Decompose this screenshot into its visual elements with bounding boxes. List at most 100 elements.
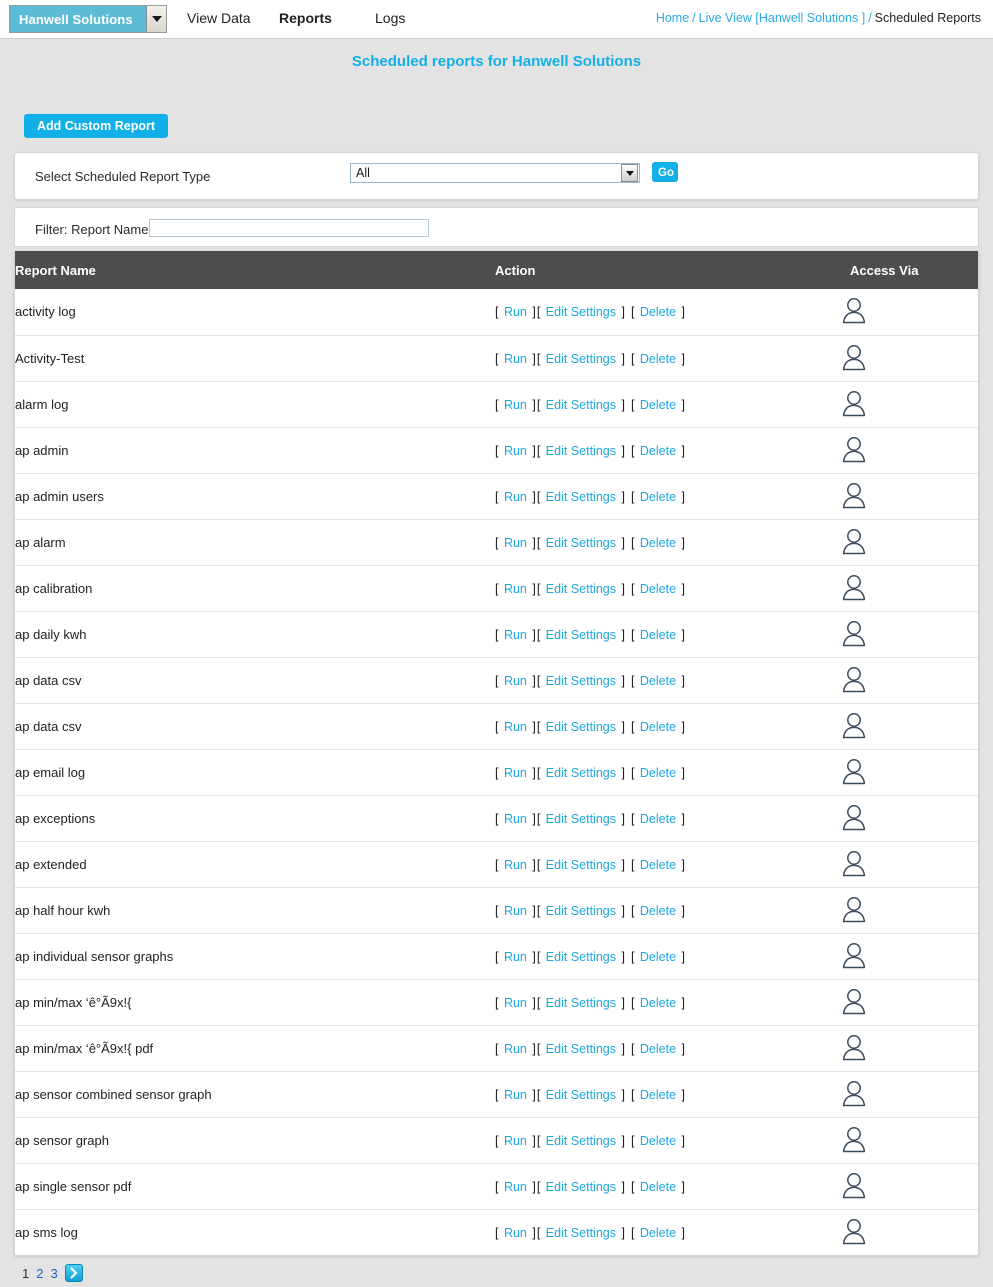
run-link[interactable]: Run — [502, 398, 529, 412]
action-links: [ Run ][ Edit Settings ] [ Delete ] — [495, 535, 685, 550]
delete-action: [ Delete ] — [630, 1133, 685, 1148]
pagination-page-3[interactable]: 3 — [50, 1266, 57, 1281]
run-link[interactable]: Run — [502, 858, 529, 872]
delete-link[interactable]: Delete — [638, 582, 678, 596]
edit-settings-link[interactable]: Edit Settings — [544, 536, 618, 550]
breadcrumb-item-home[interactable]: Home — [656, 11, 689, 25]
delete-link[interactable]: Delete — [638, 490, 678, 504]
edit-settings-link[interactable]: Edit Settings — [544, 904, 618, 918]
report-type-select[interactable]: All — [350, 163, 640, 183]
edit-settings-link[interactable]: Edit Settings — [544, 720, 618, 734]
edit-settings-link[interactable]: Edit Settings — [544, 858, 618, 872]
delete-action: [ Delete ] — [630, 535, 685, 550]
edit-settings-link[interactable]: Edit Settings — [544, 1226, 618, 1240]
chevron-right-icon[interactable] — [64, 1264, 83, 1282]
user-icon — [839, 1216, 869, 1246]
nav-item-view-data[interactable]: View Data — [187, 10, 251, 26]
run-link[interactable]: Run — [502, 674, 529, 688]
run-link[interactable]: Run — [502, 490, 529, 504]
run-link[interactable]: Run — [502, 305, 529, 319]
table-header: Report Name Action Access Via — [15, 251, 978, 289]
filter-report-name-input[interactable] — [149, 219, 429, 237]
edit-settings-link[interactable]: Edit Settings — [544, 766, 618, 780]
edit-settings-link[interactable]: Edit Settings — [544, 1042, 618, 1056]
run-link[interactable]: Run — [502, 352, 529, 366]
delete-link[interactable]: Delete — [638, 1042, 678, 1056]
run-link[interactable]: Run — [502, 766, 529, 780]
edit-settings-link[interactable]: Edit Settings — [544, 352, 618, 366]
pagination-page-2[interactable]: 2 — [36, 1266, 43, 1281]
delete-link[interactable]: Delete — [638, 766, 678, 780]
table-row: ap data csv[ Run ][ Edit Settings ] [ Del… — [15, 703, 978, 750]
delete-link[interactable]: Delete — [638, 1180, 678, 1194]
edit-settings-link[interactable]: Edit Settings — [544, 950, 618, 964]
edit-settings-action: [ Edit Settings ] — [536, 489, 625, 504]
go-button[interactable]: Go — [652, 162, 678, 182]
delete-link[interactable]: Delete — [638, 398, 678, 412]
access-via-cell — [825, 657, 978, 704]
chevron-down-icon[interactable] — [146, 6, 166, 32]
access-via-cell — [825, 1163, 978, 1210]
run-link[interactable]: Run — [502, 1226, 529, 1240]
run-link[interactable]: Run — [502, 950, 529, 964]
delete-link[interactable]: Delete — [638, 305, 678, 319]
delete-link[interactable]: Delete — [638, 720, 678, 734]
delete-link[interactable]: Delete — [638, 674, 678, 688]
delete-link[interactable]: Delete — [638, 352, 678, 366]
run-link[interactable]: Run — [502, 1134, 529, 1148]
run-link[interactable]: Run — [502, 720, 529, 734]
edit-settings-link[interactable]: Edit Settings — [544, 1088, 618, 1102]
table-row: ap calibration[ Run ][ Edit Settings ][ … — [15, 565, 978, 612]
report-name-cell: ap single sensor pdf — [15, 1163, 495, 1210]
chevron-down-icon[interactable] — [621, 164, 638, 182]
nav-item-reports[interactable]: Reports — [279, 10, 332, 26]
delete-link[interactable]: Delete — [638, 1134, 678, 1148]
edit-settings-link[interactable]: Edit Settings — [544, 490, 618, 504]
table-row: ap admin users[ Run ][ Edit Settings ][ … — [15, 473, 978, 520]
run-link[interactable]: Run — [502, 812, 529, 826]
run-link[interactable]: Run — [502, 628, 529, 642]
run-link[interactable]: Run — [502, 1180, 529, 1194]
run-link[interactable]: Run — [502, 444, 529, 458]
organisation-selector[interactable]: Hanwell Solutions — [9, 5, 167, 33]
run-link[interactable]: Run — [502, 582, 529, 596]
delete-link[interactable]: Delete — [638, 904, 678, 918]
add-custom-report-button[interactable]: Add Custom Report — [24, 114, 169, 138]
edit-settings-link[interactable]: Edit Settings — [544, 582, 618, 596]
delete-link[interactable]: Delete — [638, 858, 678, 872]
table-row: ap individual sensor graphs[ Run ][ Edit… — [15, 933, 978, 980]
filter-panel: Filter: Report Name — [14, 207, 979, 247]
run-link[interactable]: Run — [502, 904, 529, 918]
delete-link[interactable]: Delete — [638, 536, 678, 550]
delete-link[interactable]: Delete — [638, 996, 678, 1010]
run-link[interactable]: Run — [502, 996, 529, 1010]
delete-link[interactable]: Delete — [638, 1226, 678, 1240]
run-link[interactable]: Run — [502, 1088, 529, 1102]
table-body: activity log[ Run ][ Edit Settings ][ De… — [15, 289, 978, 1255]
edit-settings-link[interactable]: Edit Settings — [544, 398, 618, 412]
edit-settings-link[interactable]: Edit Settings — [544, 674, 618, 688]
report-name-cell: ap admin — [15, 427, 495, 474]
edit-settings-link[interactable]: Edit Settings — [544, 812, 618, 826]
edit-settings-link[interactable]: Edit Settings — [544, 996, 618, 1010]
nav-item-logs[interactable]: Logs — [375, 10, 405, 26]
delete-link[interactable]: Delete — [638, 1088, 678, 1102]
edit-settings-link[interactable]: Edit Settings — [544, 628, 618, 642]
edit-settings-action: [ Edit Settings ] — [536, 765, 625, 780]
edit-settings-link[interactable]: Edit Settings — [544, 1180, 618, 1194]
run-link[interactable]: Run — [502, 536, 529, 550]
breadcrumb-item-live-view[interactable]: Live View [Hanwell Solutions ] — [699, 11, 866, 25]
edit-settings-action: [ Edit Settings ] — [536, 1133, 625, 1148]
report-name-cell: ap sensor combined sensor graph — [15, 1071, 495, 1118]
delete-link[interactable]: Delete — [638, 628, 678, 642]
edit-settings-link[interactable]: Edit Settings — [544, 1134, 618, 1148]
delete-link[interactable]: Delete — [638, 950, 678, 964]
run-link[interactable]: Run — [502, 1042, 529, 1056]
edit-settings-link[interactable]: Edit Settings — [544, 305, 618, 319]
edit-settings-action: [ Edit Settings ] — [536, 397, 625, 412]
delete-link[interactable]: Delete — [638, 444, 678, 458]
organisation-selector-label: Hanwell Solutions — [19, 11, 133, 27]
edit-settings-link[interactable]: Edit Settings — [544, 444, 618, 458]
column-header-access-via-text: Access Via — [850, 262, 919, 278]
delete-link[interactable]: Delete — [638, 812, 678, 826]
